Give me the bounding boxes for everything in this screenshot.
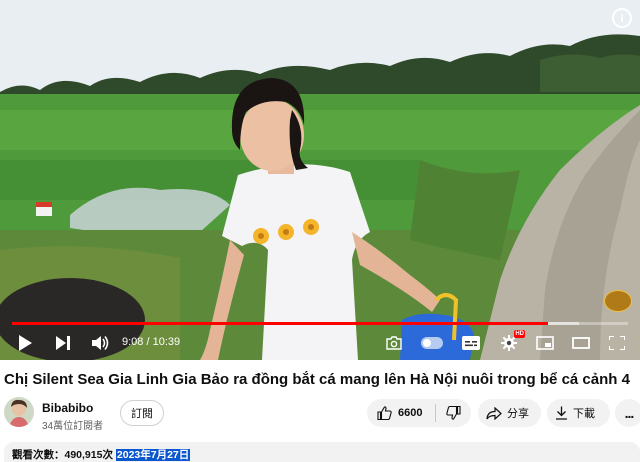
- avatar[interactable]: [4, 397, 34, 427]
- next-icon[interactable]: [50, 331, 76, 355]
- share-icon: [486, 406, 502, 420]
- autoplay-switch: [421, 337, 443, 349]
- channel-name[interactable]: Bibabibo: [42, 401, 93, 415]
- player-controls: 9:08 / 10:39 HD: [0, 328, 640, 358]
- video-title: Chị Silent Sea Gia Linh Gia Bảo ra đồng …: [4, 371, 630, 388]
- like-count: 6600: [398, 407, 423, 419]
- like-dislike-group: 6600: [367, 399, 471, 427]
- progress-played: [12, 322, 548, 325]
- upload-date: 2023年7月27日: [115, 449, 191, 461]
- thumbs-up-icon: [377, 406, 392, 420]
- hd-badge: HD: [514, 330, 525, 338]
- theater-icon[interactable]: [568, 331, 594, 355]
- subscribe-button[interactable]: 訂閱: [120, 400, 164, 426]
- share-label: 分享: [507, 408, 529, 420]
- like-button[interactable]: 6600: [367, 399, 435, 427]
- duration: 10:39: [152, 336, 181, 348]
- video-frame: [0, 0, 640, 360]
- share-button[interactable]: 分享: [478, 399, 541, 427]
- time-separator: /: [143, 336, 153, 348]
- progress-bar[interactable]: [12, 322, 628, 325]
- screenshot-icon[interactable]: [382, 331, 406, 355]
- fullscreen-icon[interactable]: [604, 331, 630, 355]
- subscriber-count: 34萬位訂閱者: [42, 421, 104, 432]
- download-label: 下載: [573, 408, 595, 420]
- dislike-button[interactable]: [436, 399, 470, 427]
- subtitles-icon[interactable]: [458, 331, 484, 355]
- video-player[interactable]: i 9:08 / 10:39 HD: [0, 0, 640, 360]
- channel-watermark-icon[interactable]: [604, 290, 632, 312]
- volume-icon[interactable]: [88, 331, 114, 355]
- miniplayer-icon[interactable]: [532, 331, 558, 355]
- autoplay-toggle[interactable]: [418, 331, 446, 355]
- gear-icon[interactable]: HD: [496, 330, 525, 355]
- description-meta: 觀看次數：490,915次 2023年7月27日: [12, 447, 191, 462]
- thumbs-down-icon: [445, 406, 461, 420]
- play-icon[interactable]: [12, 331, 38, 355]
- download-button[interactable]: 下載: [547, 399, 610, 427]
- download-icon: [556, 406, 567, 420]
- view-count: 觀看次數：490,915次: [12, 449, 113, 461]
- description-box[interactable]: 觀看次數：490,915次 2023年7月27日: [4, 442, 640, 462]
- current-time: 9:08: [122, 336, 144, 348]
- more-actions-button[interactable]: ...: [615, 399, 640, 427]
- info-icon[interactable]: i: [612, 8, 632, 28]
- time-display: 9:08 / 10:39: [122, 336, 180, 348]
